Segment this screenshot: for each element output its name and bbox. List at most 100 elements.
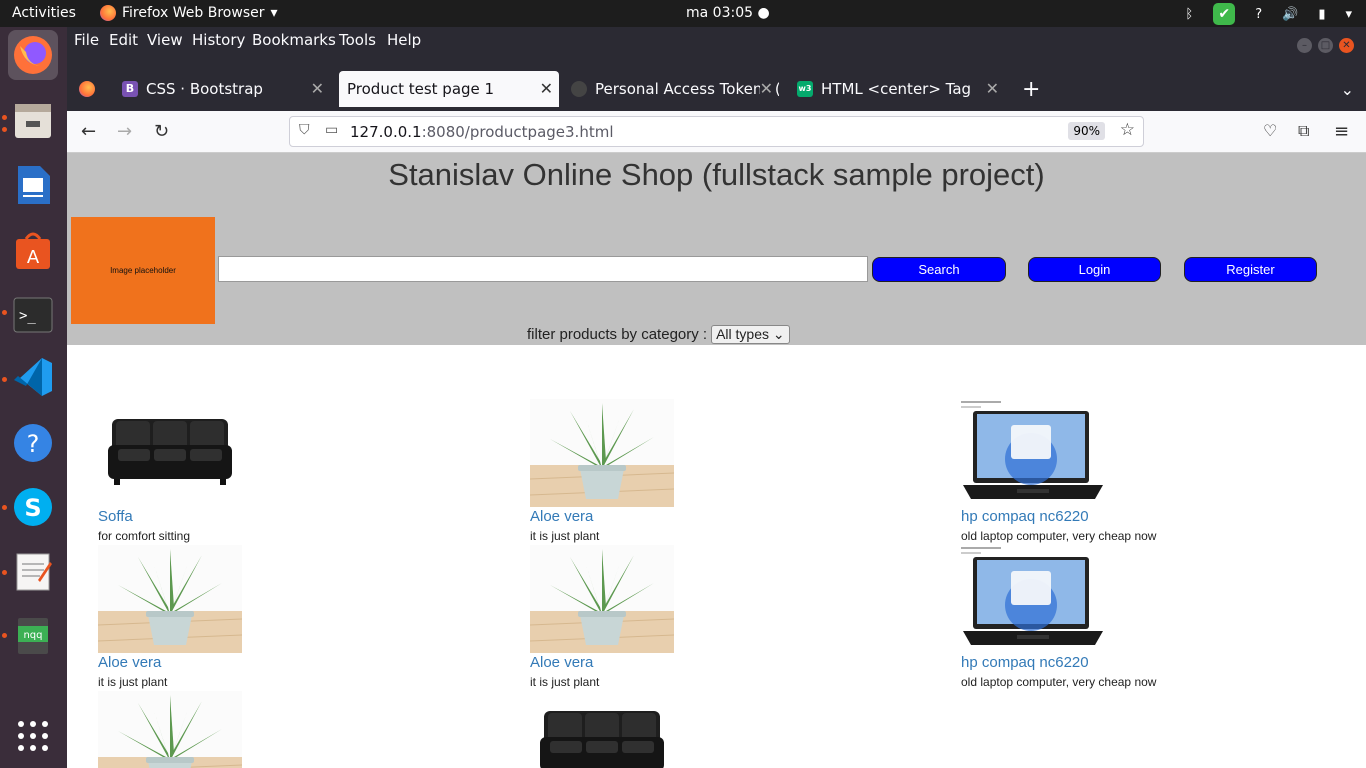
close-tab-icon[interactable]: ✕ (759, 79, 773, 98)
shield-icon[interactable]: ⛉ (299, 122, 310, 138)
firefox-icon (14, 36, 52, 74)
menu-edit[interactable]: Edit (109, 31, 138, 49)
volume-icon[interactable]: 🔊 (1282, 7, 1298, 22)
skype-icon: S (14, 488, 52, 526)
back-arrow-icon[interactable]: ← (81, 121, 96, 142)
dropdown-arrow-icon: ▾ (270, 5, 278, 21)
product-image-laptop[interactable] (961, 545, 1105, 653)
firefox-icon (79, 81, 95, 97)
help-icon: ? (14, 424, 52, 462)
tab-personal-access-tokens[interactable]: Personal Access Tokens ( ✕ (563, 71, 779, 107)
dock-vscode[interactable] (8, 352, 58, 402)
menu-history[interactable]: History (192, 31, 245, 49)
extensions-icon[interactable]: ⧉ (1298, 121, 1309, 141)
tab-label: CSS · Bootstrap (146, 80, 263, 98)
pocket-icon[interactable]: ♡ (1263, 121, 1277, 140)
product-name-link[interactable]: Soffa (98, 508, 418, 525)
product-image-laptop[interactable] (961, 399, 1105, 507)
shop-title: Stanislav Online Shop (fullstack sample … (388, 157, 1045, 192)
firefox-view-button[interactable] (79, 81, 95, 101)
dock-nqq[interactable]: nqq (8, 610, 58, 660)
product-card: Soffa for comfort sitting (98, 399, 418, 543)
reload-icon[interactable]: ↻ (154, 121, 169, 142)
filter-label: filter products by category : (527, 326, 708, 343)
product-description: it is just plant (98, 675, 168, 689)
software-store-icon: A (16, 232, 50, 269)
close-tab-icon[interactable]: ✕ (986, 79, 999, 98)
category-select[interactable]: All types ⌄ (711, 325, 790, 344)
files-icon (15, 104, 51, 138)
page-icon[interactable]: ▭ (325, 122, 338, 138)
product-name-link[interactable]: hp compaq nc6220 (961, 654, 1281, 671)
clock[interactable]: ma 03:05 ● (686, 5, 770, 21)
product-description: for comfort sitting (98, 529, 191, 543)
close-window-button[interactable]: ✕ (1339, 38, 1354, 53)
update-shield-icon[interactable]: ✔ (1213, 3, 1236, 25)
bootstrap-icon: B (122, 81, 138, 97)
battery-icon[interactable]: ▮ (1318, 7, 1325, 22)
dock-software[interactable]: A (8, 225, 58, 275)
dock-firefox[interactable] (8, 30, 58, 80)
product-image-aloe[interactable] (530, 545, 674, 653)
help-icon[interactable]: ? (1255, 7, 1262, 22)
login-button[interactable]: Login (1028, 257, 1161, 282)
chevron-down-icon[interactable]: ▾ (1345, 7, 1352, 22)
tab-css-bootstrap[interactable]: B CSS · Bootstrap ✕ (114, 71, 330, 107)
bookmark-star-icon[interactable]: ☆ (1120, 120, 1135, 140)
tab-product-test-page[interactable]: Product test page 1 ✕ (339, 71, 559, 107)
url-bar[interactable]: ⛉ ▭ 127.0.0.1:8080/productpage3.html 90%… (289, 116, 1144, 147)
menu-tools[interactable]: Tools (339, 31, 376, 49)
category-select-value: All types (716, 326, 770, 342)
dock-skype[interactable]: S (8, 482, 58, 532)
list-tabs-chevron-icon[interactable]: ⌄ (1341, 80, 1354, 99)
show-apps-button[interactable] (8, 711, 58, 761)
menu-help[interactable]: Help (387, 31, 421, 49)
tab-html-center[interactable]: w3 HTML <center> Tag ✕ (789, 71, 1005, 107)
close-tab-icon[interactable]: ✕ (540, 79, 553, 98)
firefox-icon (100, 5, 116, 21)
navigation-toolbar: ← → ↻ ⛉ ▭ 127.0.0.1:8080/productpage3.ht… (67, 111, 1366, 153)
register-button[interactable]: Register (1184, 257, 1317, 282)
menu-view[interactable]: View (147, 31, 183, 49)
new-tab-button[interactable]: + (1022, 77, 1040, 102)
browser-menu-bar: File Edit View History Bookmarks Tools H… (67, 27, 1366, 54)
product-card: hp compaq nc6220 old laptop computer, ve… (961, 545, 1281, 689)
system-tray[interactable]: ᛒ ✔ ? 🔊 ▮ ▾ (1185, 3, 1352, 25)
logo-placeholder: Image placeholder (71, 217, 215, 324)
product-image-aloe[interactable] (530, 399, 674, 507)
dock-writer[interactable] (8, 160, 58, 210)
dock: A >_ ? S nqq (0, 27, 67, 768)
product-card: Aloe vera it is just plant (530, 545, 850, 689)
dock-files[interactable] (8, 95, 58, 145)
category-filter: filter products by category : All types … (527, 325, 790, 344)
app-name: Firefox Web Browser (122, 5, 265, 21)
product-name-link[interactable]: Aloe vera (530, 654, 850, 671)
menu-bookmarks[interactable]: Bookmarks (252, 31, 336, 49)
dock-help[interactable]: ? (8, 418, 58, 468)
dock-text-editor[interactable] (8, 546, 58, 596)
activities-button[interactable]: Activities (12, 5, 76, 21)
svg-text:S: S (24, 494, 41, 522)
zoom-level-button[interactable]: 90% (1068, 122, 1105, 140)
product-image-aloe[interactable] (98, 691, 242, 768)
product-image-sofa[interactable] (98, 399, 242, 507)
bluetooth-icon[interactable]: ᛒ (1185, 7, 1193, 22)
svg-text:?: ? (27, 430, 40, 458)
product-image-aloe[interactable] (98, 545, 242, 653)
maximize-button[interactable]: □ (1318, 38, 1333, 53)
product-name-link[interactable]: hp compaq nc6220 (961, 508, 1281, 525)
search-button[interactable]: Search (872, 257, 1006, 282)
product-name-link[interactable]: Aloe vera (530, 508, 850, 525)
product-name-link[interactable]: Aloe vera (98, 654, 418, 671)
search-input[interactable] (218, 256, 868, 282)
hamburger-menu-icon[interactable]: ≡ (1334, 121, 1349, 142)
app-menu[interactable]: Firefox Web Browser ▾ (100, 5, 278, 21)
minimize-button[interactable]: – (1297, 38, 1312, 53)
terminal-icon: >_ (13, 297, 53, 333)
product-image-sofa[interactable] (530, 691, 674, 768)
dock-terminal[interactable]: >_ (8, 290, 58, 340)
forward-arrow-icon[interactable]: → (117, 121, 132, 142)
close-tab-icon[interactable]: ✕ (311, 79, 324, 98)
writer-icon (18, 166, 50, 204)
menu-file[interactable]: File (74, 31, 99, 49)
